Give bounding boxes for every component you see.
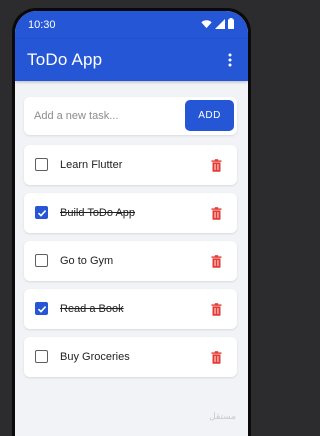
task-label: Learn Flutter [60,159,123,171]
status-time: 10:30 [28,19,56,31]
trash-icon[interactable] [209,301,223,317]
check-icon [37,305,46,313]
task-item: Go to Gym [24,241,237,281]
trash-icon[interactable] [209,157,223,173]
trash-icon[interactable] [209,349,223,365]
task-checkbox[interactable] [35,302,48,315]
phone-frame: 10:30 ToDo App Add a new task... ADD Lea… [12,8,251,436]
add-task-button[interactable]: ADD [185,100,234,131]
cellular-signal-icon [215,18,225,32]
app-screen: 10:30 ToDo App Add a new task... ADD Lea… [15,11,248,436]
task-checkbox[interactable] [35,158,48,171]
battery-icon [228,18,234,32]
task-checkbox[interactable] [35,350,48,363]
new-task-input[interactable] [24,97,184,135]
task-list: Learn Flutter Build ToDo App Go to Gym R… [24,145,237,385]
status-icons [201,18,234,32]
task-item: Learn Flutter [24,145,237,185]
status-bar: 10:30 [15,11,248,39]
app-bar: ToDo App [15,39,248,81]
wifi-icon [201,19,212,32]
task-item: Buy Groceries [24,337,237,377]
task-label: Read a Book [60,303,124,315]
task-item: Read a Book [24,289,237,329]
watermark: مستقل [209,411,236,421]
task-label: Go to Gym [60,255,114,267]
task-checkbox[interactable] [35,206,48,219]
trash-icon[interactable] [209,253,223,269]
trash-icon[interactable] [209,205,223,221]
new-task-card: ADD [24,97,237,135]
task-label: Buy Groceries [60,351,130,363]
check-icon [37,209,46,217]
task-label: Build ToDo App [60,207,136,219]
app-title: ToDo App [27,50,103,69]
task-item: Build ToDo App [24,193,237,233]
more-vert-icon[interactable] [222,50,238,70]
task-checkbox[interactable] [35,254,48,267]
